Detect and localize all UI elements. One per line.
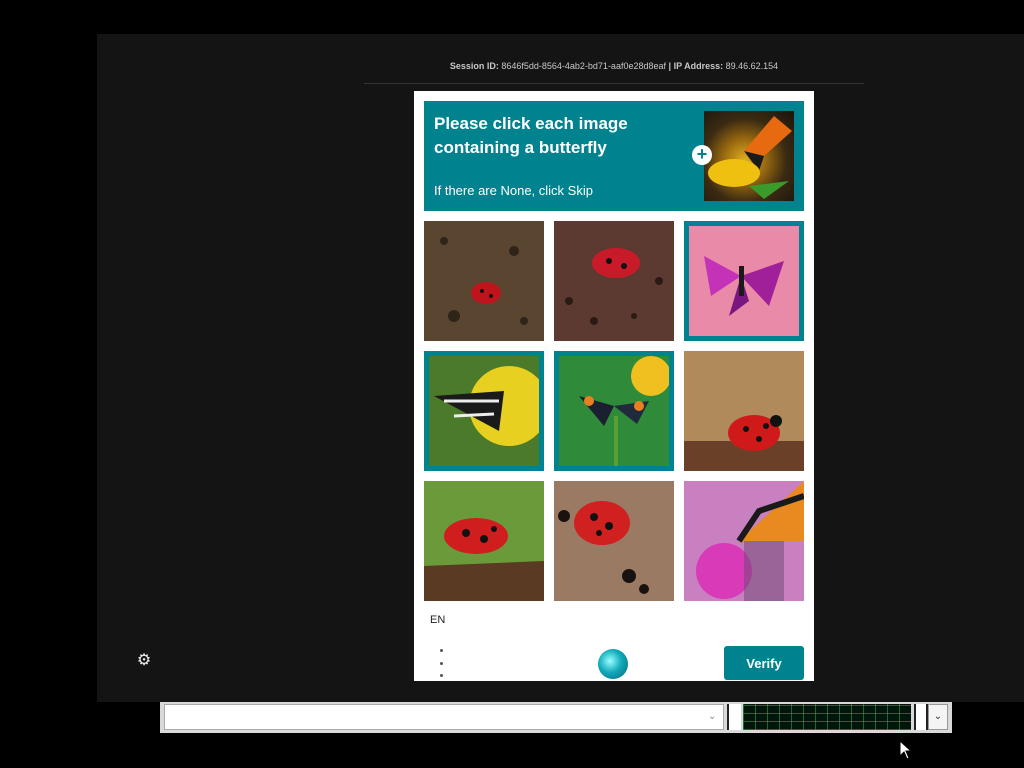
bar-segment xyxy=(727,704,741,730)
separator: | xyxy=(668,61,672,71)
dropdown-button[interactable]: ⌄ xyxy=(928,704,948,730)
session-info: Session ID: 8646f5dd-8564-4ab2-bd71-aaf0… xyxy=(364,61,864,71)
captcha-prompt: Please click each image containing a but… xyxy=(424,101,804,211)
tile-ladybug[interactable] xyxy=(424,221,544,341)
bar-segment xyxy=(914,704,928,730)
ladybug-image xyxy=(554,221,674,341)
session-label: Session ID: xyxy=(449,61,499,71)
tile-butterfly-selected[interactable] xyxy=(554,351,674,471)
tile-butterfly-selected[interactable] xyxy=(684,221,804,341)
session-id: 8646f5dd-8564-4ab2-bd71-aaf0e28d8eaf xyxy=(501,61,666,71)
text-field[interactable] xyxy=(164,704,724,730)
tile-ladybug[interactable] xyxy=(684,351,804,471)
captcha-card: Please click each image containing a but… xyxy=(414,91,814,681)
bottom-bar: ⌄ ⌄ xyxy=(160,702,952,733)
butterfly-image xyxy=(689,226,799,336)
ladybug-image xyxy=(554,481,674,601)
language-selector[interactable]: EN xyxy=(430,614,445,626)
prompt-subtitle: If there are None, click Skip xyxy=(434,183,593,198)
more-vertical-icon[interactable] xyxy=(434,649,448,677)
ladybug-image xyxy=(424,221,544,341)
ip-label: IP Address: xyxy=(673,61,724,71)
ladybug-image xyxy=(424,481,544,601)
activity-graph xyxy=(743,704,911,730)
tile-ladybug[interactable] xyxy=(424,481,544,601)
tile-ladybug[interactable] xyxy=(554,221,674,341)
mouse-cursor-icon xyxy=(899,740,913,760)
gear-icon[interactable]: ⚙ xyxy=(135,652,153,670)
butterfly-example-art xyxy=(708,116,792,199)
example-image[interactable] xyxy=(704,111,794,201)
image-grid xyxy=(424,221,804,601)
add-icon[interactable]: + xyxy=(692,145,712,165)
butterfly-image xyxy=(684,481,804,601)
screen: Session ID: 8646f5dd-8564-4ab2-bd71-aaf0… xyxy=(0,0,1024,768)
hcaptcha-logo-icon[interactable] xyxy=(598,649,628,679)
verify-button[interactable]: Verify xyxy=(724,646,804,680)
butterfly-image xyxy=(559,356,669,466)
tile-butterfly[interactable] xyxy=(684,481,804,601)
ladybug-image xyxy=(684,351,804,471)
divider xyxy=(364,83,864,84)
butterfly-image xyxy=(429,356,539,466)
chevron-down-icon: ⌄ xyxy=(708,711,717,722)
ip-address: 89.46.62.154 xyxy=(725,61,779,71)
tile-butterfly-selected[interactable] xyxy=(424,351,544,471)
tile-ladybug[interactable] xyxy=(554,481,674,601)
prompt-title: Please click each image containing a but… xyxy=(434,114,628,157)
